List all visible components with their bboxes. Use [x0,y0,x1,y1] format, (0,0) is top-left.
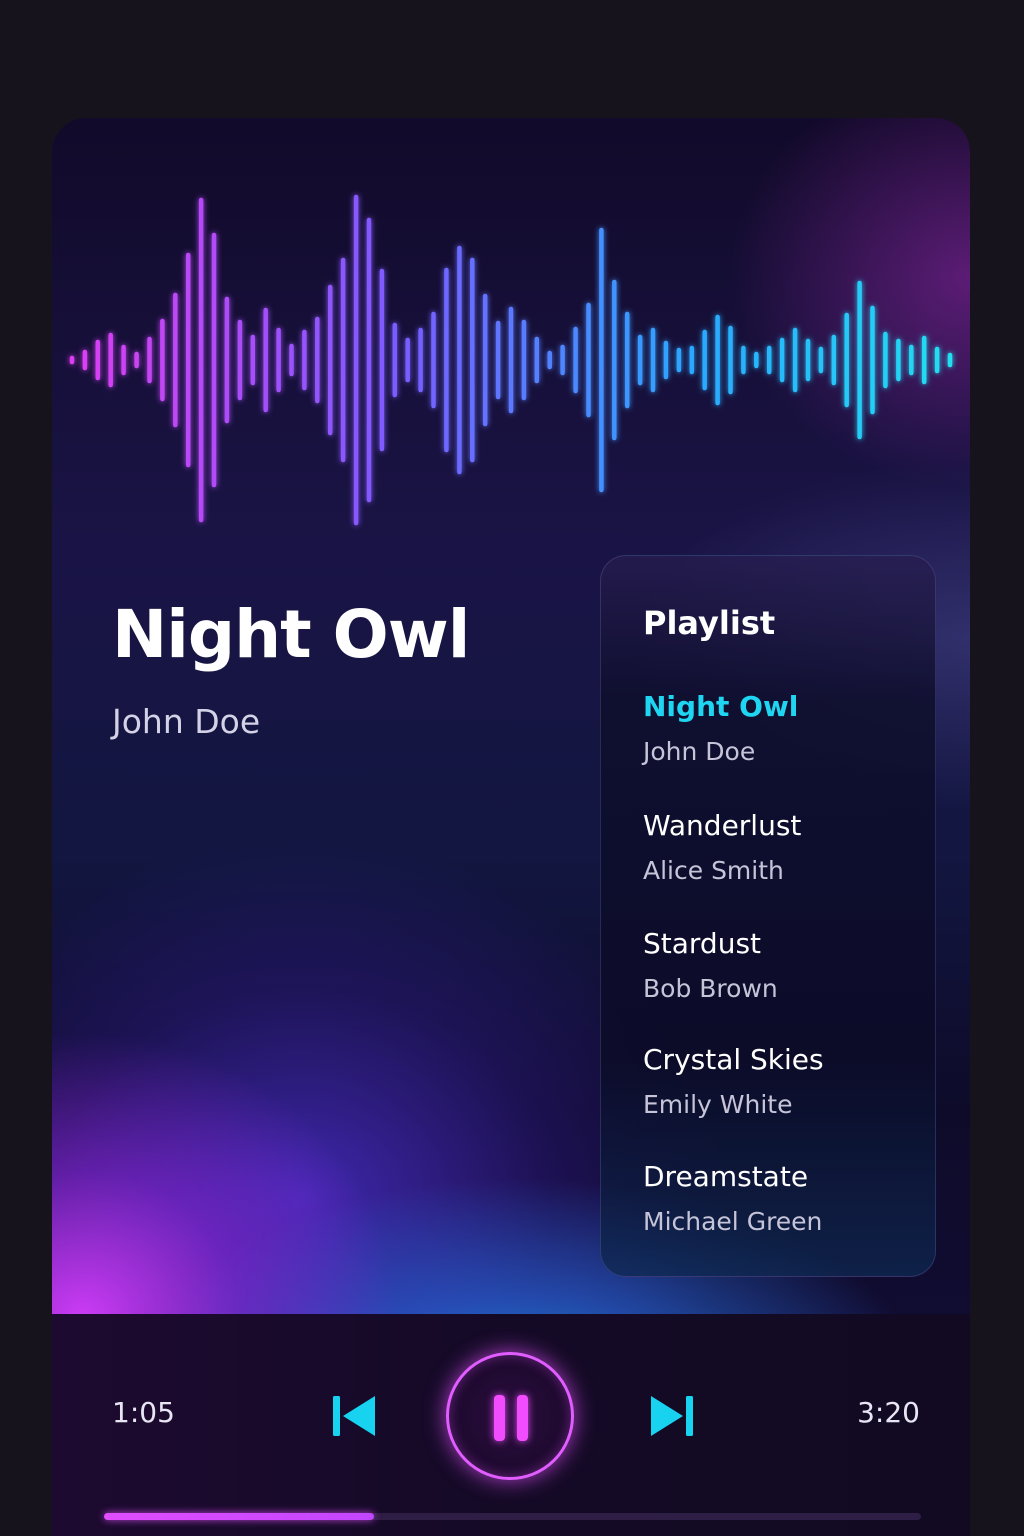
song-title: Night Owl [112,596,470,673]
progress-bar[interactable] [104,1513,921,1520]
playlist-item-artist: Bob Brown [643,974,778,1003]
player-card: Night Owl John Doe Playlist Night Owl Jo… [52,118,970,1536]
playlist-item-title: Crystal Skies [643,1043,824,1076]
playlist-item-title: Stardust [643,927,762,960]
playlist-item[interactable]: Wanderlust Alice Smith [643,809,923,885]
previous-button[interactable] [330,1392,378,1440]
playlist-heading: Playlist [643,604,776,642]
current-time: 1:05 [112,1396,175,1429]
playlist-item-title: Wanderlust [643,809,802,842]
playlist-item-artist: John Doe [643,737,756,766]
playlist-item-artist: Michael Green [643,1207,823,1236]
playlist-item-artist: Alice Smith [643,856,784,885]
playlist-item[interactable]: Crystal Skies Emily White [643,1043,923,1119]
playback-controls: 1:05 3:20 [52,1314,970,1536]
progress-fill [104,1513,374,1520]
waveform-visualizer [69,194,953,526]
skip-next-icon [651,1396,693,1436]
playlist-panel: Playlist Night Owl John Doe Wanderlust A… [600,555,936,1277]
skip-previous-icon [333,1396,375,1436]
total-time: 3:20 [857,1396,920,1429]
playlist-item[interactable]: Dreamstate Michael Green [643,1160,923,1236]
play-pause-button[interactable] [446,1352,574,1480]
playlist-item-artist: Emily White [643,1090,793,1119]
playlist-item[interactable]: Stardust Bob Brown [643,927,923,1003]
playlist-item-title: Night Owl [643,690,799,723]
playlist-item[interactable]: Night Owl John Doe [643,690,923,766]
playlist-item-title: Dreamstate [643,1160,809,1193]
next-button[interactable] [648,1392,696,1440]
song-artist: John Doe [112,702,261,741]
